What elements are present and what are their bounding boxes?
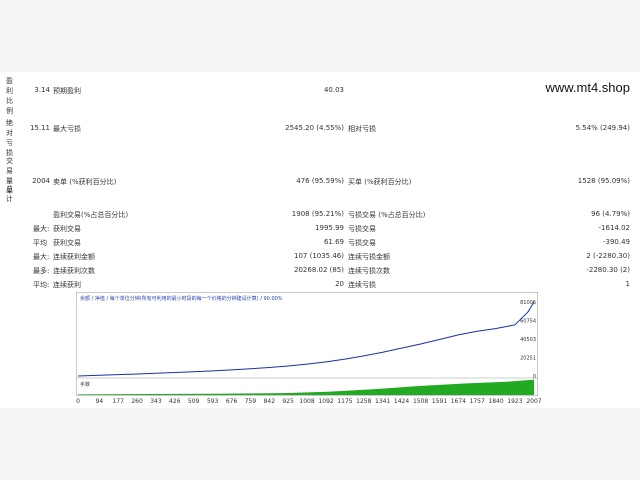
side-label-profit: 盈利比例 xyxy=(6,77,13,115)
detail-right-label: 连续亏损金额 xyxy=(348,253,390,261)
stat-mid-value: 2545.20 (4.55%) xyxy=(285,124,344,132)
equity-chart: 余额 / 净值 / 每个单位分钟(所有可利用的最小时段的每一个价格的分钟建设计算… xyxy=(76,292,538,396)
x-tick-label: 759 xyxy=(244,398,257,405)
detail-right-value: -1614.02 xyxy=(598,224,630,232)
detail-right-label: 亏损交易 xyxy=(348,225,376,233)
detail-prefix: 平均 xyxy=(33,239,47,247)
detail-label: 连续获利次数 xyxy=(53,267,95,275)
x-tick-label: 1424 xyxy=(393,398,410,405)
stat-mid-value: 476 (95.59%) xyxy=(296,177,344,185)
x-tick-label: 1674 xyxy=(450,398,466,405)
stat-right-label: 买单 (%获利百分比) xyxy=(348,178,412,186)
x-tick-label: 842 xyxy=(263,398,276,405)
side-label-drawdown: 绝对亏损 xyxy=(6,119,13,157)
x-tick-label: 426 xyxy=(169,398,181,405)
detail-right-label: 连续亏损次数 xyxy=(348,267,390,275)
x-tick-label: 1008 xyxy=(299,398,315,405)
detail-right-label: 亏损交易 (%占总百分比) xyxy=(348,211,426,219)
y-tick-label: 20251 xyxy=(520,356,536,362)
x-tick-label: 0 xyxy=(76,398,80,405)
chart-header: 余额 / 净值 / 每个单位分钟(所有可利用的最小时段的每一个价格的分钟建设计算… xyxy=(80,295,283,302)
y-tick-label: 0 xyxy=(533,374,536,380)
x-tick-label: 1840 xyxy=(488,398,504,405)
detail-value: 1995.99 xyxy=(315,224,344,232)
detail-right-value: -390.49 xyxy=(602,238,630,246)
detail-right-value: 2 (-2280.30) xyxy=(586,252,630,260)
stat-right-value: 5.54% (249.94) xyxy=(575,124,630,132)
detail-label: 连续获利金额 xyxy=(53,253,95,261)
stat-right-value: 1528 (95.09%) xyxy=(577,177,630,185)
detail-prefix: 最多: xyxy=(33,267,50,275)
x-tick-label: 94 xyxy=(95,398,104,405)
detail-prefix: 最大: xyxy=(33,225,50,233)
y-tick-label: 60754 xyxy=(520,319,536,325)
detail-label: 连续获利 xyxy=(53,281,81,289)
side-label-total: 总计 xyxy=(6,185,13,203)
x-tick-label: 1258 xyxy=(356,398,372,405)
detail-label: 盈利交易(%占总百分比) xyxy=(53,211,129,219)
stat-right-label: 相对亏损 xyxy=(348,125,376,133)
x-tick-label: 1508 xyxy=(412,398,429,405)
volume-label: 手数 xyxy=(80,381,90,388)
x-tick-label: 177 xyxy=(112,398,124,405)
detail-value: 20 xyxy=(335,280,344,288)
detail-value: 107 (1035.46) xyxy=(294,252,344,260)
detail-value: 61.69 xyxy=(323,238,344,246)
top-band xyxy=(0,0,640,72)
detail-label: 获利交易 xyxy=(53,239,81,247)
detail-label: 获利交易 xyxy=(53,225,81,233)
x-tick-label: 1341 xyxy=(375,398,391,405)
watermark: www.mt4.shop xyxy=(545,80,630,95)
x-tick-label: 1092 xyxy=(318,398,334,405)
detail-prefix: 平均: xyxy=(33,281,50,289)
detail-value: 20268.02 (85) xyxy=(294,266,344,274)
detail-right-label: 亏损交易 xyxy=(348,239,376,247)
x-tick-label: 1591 xyxy=(431,398,448,405)
x-tick-label: 1757 xyxy=(469,398,485,405)
x-tick-label: 593 xyxy=(206,398,219,405)
detail-prefix: 最大: xyxy=(33,253,50,261)
detail-right-label: 连续亏损 xyxy=(348,281,376,289)
x-tick-label: 343 xyxy=(150,398,162,405)
stat-value: 2004 xyxy=(32,177,50,185)
x-tick-label: 260 xyxy=(131,398,143,405)
y-tick-label: 40503 xyxy=(520,337,536,343)
stat-label: 最大亏损 xyxy=(53,125,81,133)
stat-label: 预期盈利 xyxy=(53,87,81,95)
stat-label: 卖单 (%获利百分比) xyxy=(53,178,117,186)
x-tick-label: 2007 xyxy=(526,398,542,405)
stat-value: 15.11 xyxy=(29,124,50,132)
detail-right-value: 96 (4.79%) xyxy=(591,210,630,218)
x-tick-label: 1923 xyxy=(507,398,523,405)
stat-value: 3.14 xyxy=(34,86,50,94)
x-tick-labels: 0 94 177 260 343 426 509 593 676 759 842 925 1008 109… xyxy=(0,398,640,408)
x-tick-label: 509 xyxy=(187,398,200,405)
x-tick-label: 1175 xyxy=(337,398,353,405)
chart-frame xyxy=(76,292,538,396)
x-tick-label: 676 xyxy=(225,398,238,405)
bottom-band xyxy=(0,408,640,480)
stat-mid-value: 40.03 xyxy=(323,86,344,94)
x-tick-label: 925 xyxy=(282,398,294,405)
chart-svg: 余额 / 净值 / 每个单位分钟(所有可利用的最小时段的每一个价格的分钟建设计算… xyxy=(76,292,538,396)
detail-right-value: 1 xyxy=(625,280,630,288)
detail-value: 1908 (95.21%) xyxy=(291,210,344,218)
detail-right-value: -2280.30 (2) xyxy=(586,266,630,274)
